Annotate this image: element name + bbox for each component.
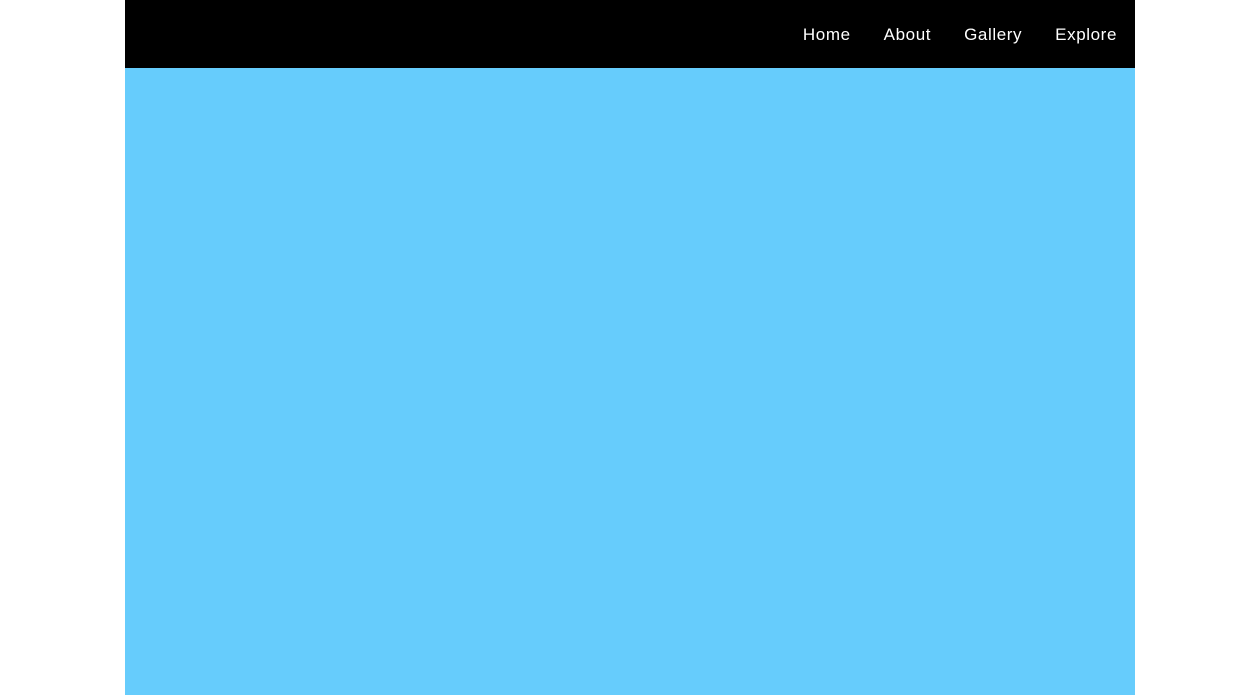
nav-item-gallery[interactable]: Gallery <box>964 26 1022 43</box>
site-header: Home About Gallery Explore <box>125 0 1135 68</box>
nav-item-explore[interactable]: Explore <box>1055 26 1117 43</box>
nav-item-home[interactable]: Home <box>803 26 851 43</box>
hero-section <box>125 68 1135 695</box>
main-nav: Home About Gallery Explore <box>803 26 1117 43</box>
nav-item-about[interactable]: About <box>884 26 931 43</box>
page-container: Home About Gallery Explore <box>125 0 1135 695</box>
